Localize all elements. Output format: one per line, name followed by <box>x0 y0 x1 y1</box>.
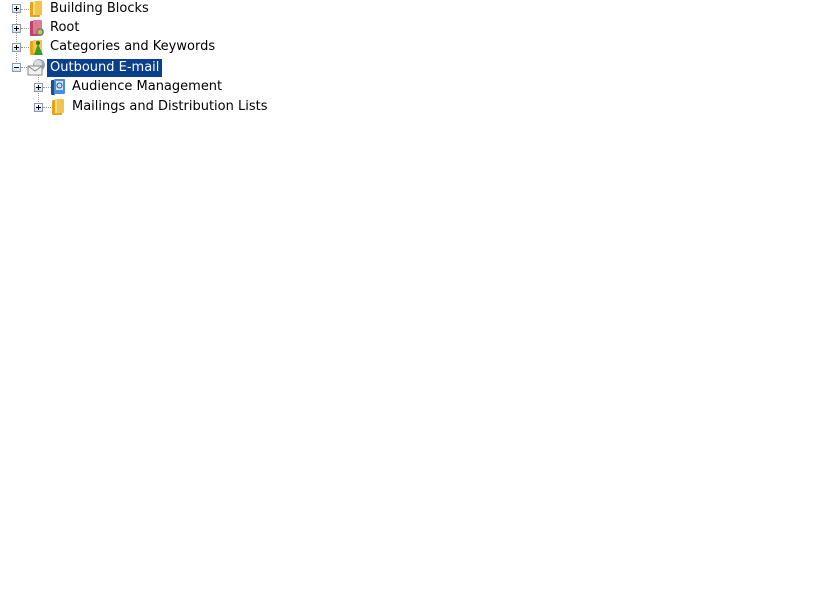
expand-icon[interactable] <box>34 103 43 112</box>
folder-icon <box>52 99 64 115</box>
expand-icon[interactable] <box>34 83 43 92</box>
tree-node-label[interactable]: Categories and Keywords <box>47 38 218 56</box>
tree-node-root[interactable]: Root <box>0 19 120 39</box>
tree-node-label[interactable]: Outbound E-mail <box>47 59 163 77</box>
collapse-icon[interactable] <box>12 63 21 72</box>
tree-node-label[interactable]: Building Blocks <box>47 0 152 18</box>
audience-management-icon <box>51 79 65 95</box>
tree-node-outbound-email[interactable]: Outbound E-mail <box>0 58 170 78</box>
tree-node-building-blocks[interactable]: Building Blocks <box>0 0 160 20</box>
tree-node-mailings-and-distribution-lists[interactable]: Mailings and Distribution Lists <box>0 97 280 117</box>
tree-node-label[interactable]: Mailings and Distribution Lists <box>69 98 270 116</box>
tree-node-categories-and-keywords[interactable]: Categories and Keywords <box>0 38 230 58</box>
tree-node-label[interactable]: Root <box>47 19 82 37</box>
outbound-email-icon <box>27 59 45 76</box>
tree-node-audience-management[interactable]: Audience Management <box>0 77 230 97</box>
root-publication-icon <box>30 20 44 36</box>
expand-icon[interactable] <box>12 24 21 33</box>
folder-icon <box>30 1 42 17</box>
tree-node-label[interactable]: Audience Management <box>69 78 225 96</box>
expand-icon[interactable] <box>12 4 21 13</box>
expand-icon[interactable] <box>12 43 21 52</box>
categories-icon <box>30 40 43 55</box>
